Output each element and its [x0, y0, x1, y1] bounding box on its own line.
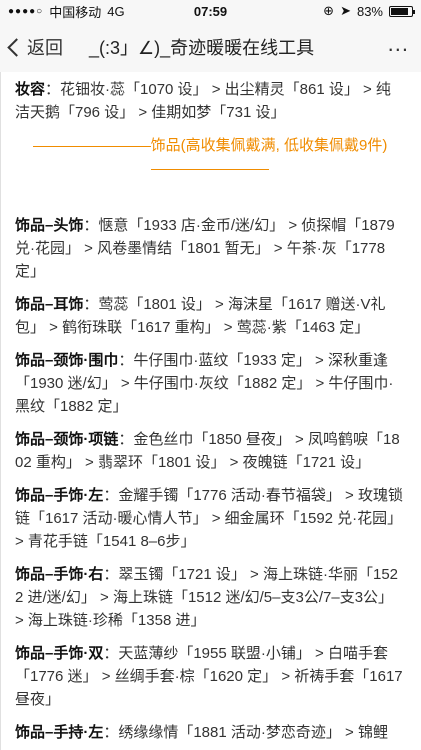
nav-bar: 返回 _(:3」∠)_奇迹暖暖在线工具 ...	[0, 22, 421, 72]
page-title: _(:3」∠)_奇迹暖暖在线工具	[89, 38, 315, 58]
entry-label: 饰品–头饰	[15, 217, 84, 234]
article-content[interactable]: 妆容：花钿妆·蕊「1070 设」 > 出尘精灵「861 设」 > 纯洁天鹅「79…	[0, 72, 421, 750]
accessory-header-text: 饰品(高收集佩戴满, 低收集佩戴9件)	[150, 137, 388, 154]
entry-label: 饰品–耳饰	[15, 296, 84, 313]
more-options-button[interactable]: ...	[388, 33, 409, 55]
more-dots-icon: ...	[387, 31, 409, 56]
chevron-left-icon	[7, 37, 26, 57]
battery-percent: 83%	[356, 3, 383, 19]
accessory-entry: 饰品–耳饰：莺蕊「1801 设」 > 海沫星「1617 赠送·V礼包」 > 鹤衔…	[15, 293, 405, 339]
entry-text: ：绣缘缘情「1881 活动·梦恋奇迹」 > 锦鲤	[103, 724, 388, 741]
accessory-entry: 饰品–手饰·右：翠玉镯「1721 设」 > 海上珠链·华丽「1522 进/迷/幻…	[15, 563, 405, 632]
makeup-text: ：花钿妆·蕊「1070 设」 > 出尘精灵「861 设」 > 纯洁天鹅「796 …	[15, 81, 391, 121]
entry-label: 饰品–颈饰·围巾	[15, 352, 119, 369]
entry-label: 饰品–手饰·左	[15, 487, 104, 504]
accessory-list: 饰品–头饰：惬意「1933 店·金币/迷/幻」 > 侦探帽「1879 兑·花园」…	[15, 214, 405, 744]
entry-label: 饰品–手持·左	[15, 724, 104, 741]
entry-label: 饰品–手饰·右	[15, 566, 104, 583]
accessory-entry: 饰品–手持·左：绣缘缘情「1881 活动·梦恋奇迹」 > 锦鲤	[15, 721, 405, 744]
signal-strength-icon: ●●●●○	[8, 5, 44, 17]
battery-fill	[391, 7, 408, 15]
entry-label: 饰品–手饰·双	[15, 645, 104, 662]
accessory-entry: 饰品–手饰·左：金耀手镯「1776 活动·春节福袋」 > 玫瑰锁链「1617 活…	[15, 484, 405, 553]
makeup-entry: 妆容：花钿妆·蕊「1070 设」 > 出尘精灵「861 设」 > 纯洁天鹅「79…	[15, 78, 405, 124]
status-right: ⊕ ➤ 83%	[323, 3, 415, 19]
divider-line	[32, 145, 151, 147]
lock-rotation-icon: ⊕	[323, 3, 335, 18]
divider-line	[151, 168, 269, 170]
back-button[interactable]: 返回	[0, 34, 63, 60]
accessory-entry: 饰品–颈饰·围巾：牛仔围巾·蓝纹「1933 定」 > 深秋重逢「1930 迷/幻…	[15, 349, 405, 418]
battery-icon	[389, 5, 415, 17]
accessory-entry: 饰品–头饰：惬意「1933 店·金币/迷/幻」 > 侦探帽「1879 兑·花园」…	[15, 214, 405, 283]
status-left: ●●●●○ 中国移动 4G	[8, 2, 125, 21]
accessory-entry: 饰品–手饰·双：天蓝薄纱「1955 联盟·小铺」 > 白喵手套「1776 迷」 …	[15, 642, 405, 711]
network-type: 4G	[107, 3, 125, 19]
status-bar: ●●●●○ 中国移动 4G 07:59 ⊕ ➤ 83%	[0, 0, 421, 22]
accessory-section-header: 饰品(高收集佩戴满, 低收集佩戴9件)	[15, 134, 405, 180]
entry-label: 饰品–颈饰·项链	[15, 431, 119, 448]
location-arrow-icon: ➤	[340, 3, 351, 18]
carrier-name: 中国移动	[49, 4, 102, 20]
accessory-entry: 饰品–颈饰·项链：金色丝巾「1850 昼夜」 > 凤鸣鹤唳「1802 重构」 >…	[15, 428, 405, 474]
makeup-label: 妆容	[15, 81, 46, 98]
back-label: 返回	[27, 38, 63, 58]
